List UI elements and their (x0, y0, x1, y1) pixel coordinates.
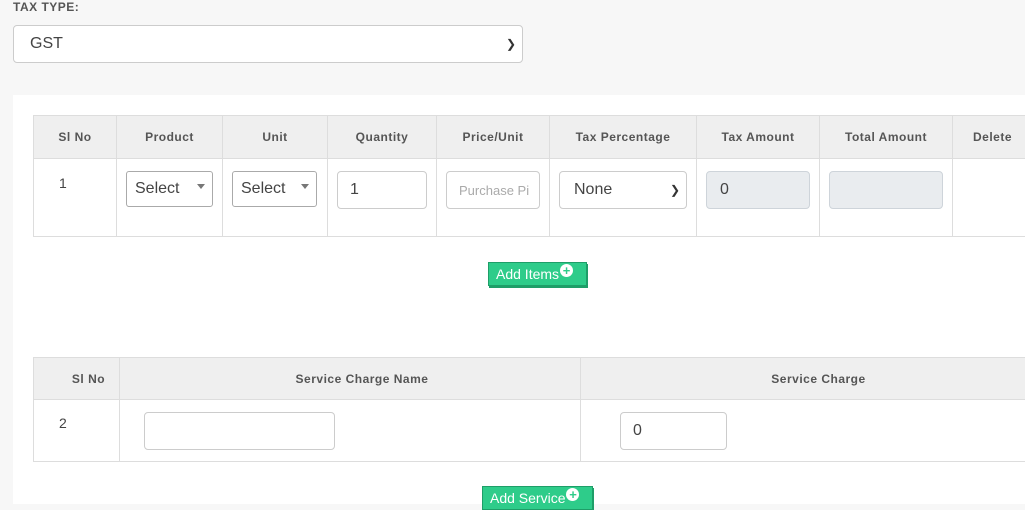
col-sl-no: Sl No (34, 116, 117, 159)
quantity-input[interactable]: 1 (337, 171, 427, 209)
quantity-value: 1 (350, 181, 359, 199)
service-charge-name-input[interactable] (144, 412, 335, 450)
unit-select[interactable]: Select (232, 171, 317, 207)
col-service-charge-name: Service Charge Name (120, 358, 581, 400)
add-service-button[interactable]: Add Service + (482, 486, 593, 510)
items-table: Sl No Product Unit Quantity Price/Unit T… (33, 115, 1025, 237)
product-select[interactable]: Select (126, 171, 213, 207)
col-price-unit: Price/Unit (437, 116, 550, 159)
unit-select-value: Select (241, 180, 285, 198)
col-product: Product (117, 116, 223, 159)
service-charge-value: 0 (633, 422, 642, 440)
tax-amount-value: 0 (720, 181, 729, 199)
row-sl-no: 1 (59, 175, 67, 191)
col-delete: Delete (953, 116, 1025, 159)
tax-type-select[interactable]: GST ❯ (13, 25, 523, 63)
chevron-down-icon: ❯ (670, 183, 680, 197)
tax-percentage-select[interactable]: None ❯ (559, 171, 687, 209)
col-sl-no: Sl No (34, 358, 120, 400)
service-charge-input[interactable]: 0 (620, 412, 727, 450)
col-total-amount: Total Amount (820, 116, 953, 159)
table-row: 2 0 (34, 400, 1025, 462)
delete-cell (953, 159, 1025, 237)
total-amount-field (829, 171, 943, 209)
col-service-charge: Service Charge (581, 358, 1025, 400)
service-charge-table: Sl No Service Charge Name Service Charge… (33, 357, 1025, 462)
tax-amount-field: 0 (706, 171, 810, 209)
chevron-down-icon: ❯ (506, 37, 516, 51)
product-select-value: Select (135, 180, 179, 198)
service-row-sl-no: 2 (59, 415, 67, 431)
table-row: 1 Select Select 1 Purchase (34, 159, 1025, 237)
price-unit-input[interactable]: Purchase Pi (446, 171, 540, 209)
add-items-button[interactable]: Add Items + (488, 262, 587, 286)
col-quantity: Quantity (328, 116, 437, 159)
add-items-label: Add Items (496, 266, 559, 282)
plus-circle-icon: + (560, 264, 573, 277)
col-tax-percentage: Tax Percentage (550, 116, 697, 159)
items-panel: Sl No Product Unit Quantity Price/Unit T… (13, 95, 1025, 504)
tax-type-label: TAX TYPE: (13, 0, 79, 14)
tax-type-value: GST (30, 35, 63, 53)
col-unit: Unit (223, 116, 328, 159)
caret-down-icon (301, 184, 309, 189)
col-tax-amount: Tax Amount (697, 116, 820, 159)
plus-circle-icon: + (566, 488, 579, 501)
tax-percentage-value: None (574, 181, 612, 199)
price-unit-placeholder: Purchase Pi (459, 183, 529, 198)
caret-down-icon (197, 184, 205, 189)
